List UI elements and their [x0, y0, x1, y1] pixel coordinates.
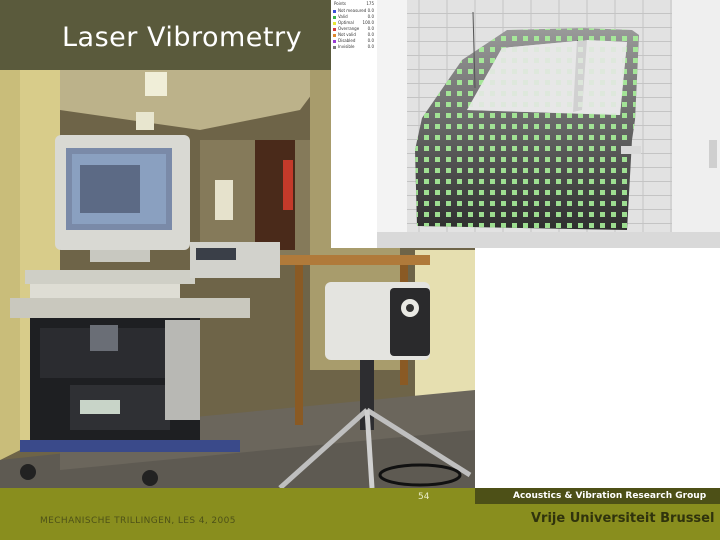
legend-swatch [333, 21, 336, 25]
scan-panel: Points 175 Not measured 0.0 Valid 0.0 Opti… [331, 0, 720, 248]
legend-item-label: Valid [338, 14, 348, 19]
legend-heading: Points [334, 1, 347, 6]
legend-swatch [333, 9, 336, 13]
legend-item-label: Invisible [338, 44, 355, 49]
legend-item-label: Disabled [338, 38, 356, 43]
legend-item-label: Optimal [338, 20, 354, 25]
legend-heading-value: 175 [366, 1, 374, 6]
legend-item-label: Overrange [338, 26, 360, 31]
course-label: MECHANISCHE TRILLINGEN, LES 4, 2005 [40, 516, 236, 526]
legend-swatch [333, 27, 336, 31]
legend-swatch [333, 39, 336, 43]
page-number: 54 [418, 492, 430, 502]
legend-swatch [333, 33, 336, 37]
legend-swatch [333, 15, 336, 19]
car-door-scan [377, 0, 720, 248]
legend-item: Invisible 0.0 [333, 44, 375, 50]
legend-item-label: Not measured [338, 8, 367, 13]
university-name: Vrije Universiteit Brussel [531, 511, 715, 526]
legend-item-label: Not valid [338, 32, 356, 37]
legend-swatch [333, 45, 336, 49]
slide-title: Laser Vibrometry [62, 22, 303, 53]
legend-item-value: 0.0 [367, 44, 374, 49]
title-bar: Laser Vibrometry [0, 0, 331, 70]
research-group-label: Acoustics & Vibration Research Group [513, 491, 707, 501]
scan-legend: Points 175 Not measured 0.0 Valid 0.0 Opti… [331, 0, 378, 248]
